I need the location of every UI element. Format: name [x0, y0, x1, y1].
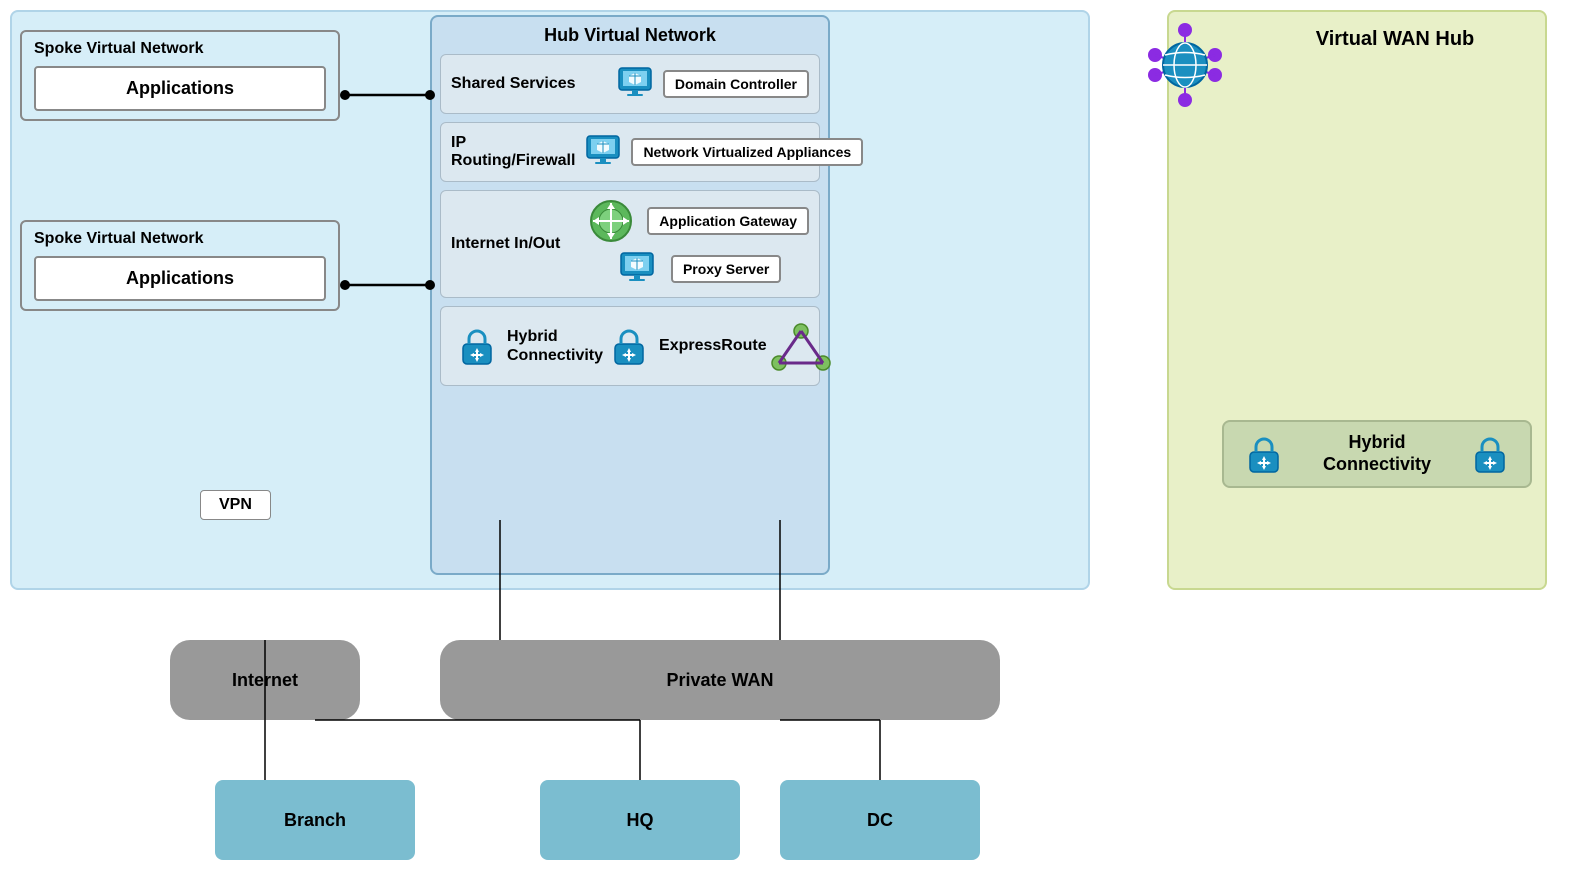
dc-label: DC [867, 810, 893, 831]
spoke2-app-label: Applications [126, 268, 234, 288]
wan-hybrid-lock-right [1468, 432, 1512, 476]
spoke2-app-box: Applications [34, 256, 326, 301]
ip-routing-section: IP Routing/Firewall Network Virtualized … [440, 122, 820, 182]
wan-globe-icon [1140, 20, 1230, 110]
spoke2-title: Spoke Virtual Network [34, 230, 326, 248]
app-gateway-icon [589, 199, 633, 243]
spoke-vnet-1: Spoke Virtual Network Applications [20, 30, 340, 121]
spoke1-title: Spoke Virtual Network [34, 40, 326, 58]
ip-routing-label: IP Routing/Firewall [451, 134, 575, 170]
monitor-icon-1 [615, 64, 655, 104]
hybrid-lock-icon-right [607, 324, 651, 368]
internet-inout-label: Internet In/Out [451, 235, 581, 253]
internet-inout-section: Internet In/Out Applicatio [440, 190, 820, 298]
hub-title: Hub Virtual Network [440, 25, 820, 46]
shared-services-label: Shared Services [451, 75, 607, 93]
spoke-vnet-2: Spoke Virtual Network Applications [20, 220, 340, 311]
wan-hybrid-lock-left [1242, 432, 1286, 476]
internet-label: Internet [232, 670, 298, 691]
monitor-icon-3 [617, 249, 657, 289]
wan-hub-title: Virtual WAN Hub [1270, 28, 1520, 51]
hybrid-lock-icon-left [455, 324, 499, 368]
nva-box: Network Virtualized Appliances [631, 138, 863, 166]
vpn-label: VPN [219, 496, 252, 513]
branch-box: Branch [215, 780, 415, 860]
dc-box: DC [780, 780, 980, 860]
monitor-icon-2 [583, 132, 623, 172]
internet-box: Internet [170, 640, 360, 720]
private-wan-box: Private WAN [440, 640, 1000, 720]
hybrid-label-hub: HybridConnectivity [507, 327, 603, 365]
spoke1-app-box: Applications [34, 66, 326, 111]
domain-controller-box: Domain Controller [663, 70, 809, 98]
wan-hybrid-label: Hybrid Connectivity [1302, 432, 1452, 475]
private-wan-label: Private WAN [666, 670, 773, 691]
shared-services-section: Shared Services Domain Controller [440, 54, 820, 114]
hybrid-connectivity-section: HybridConnectivity ExpressRoute [440, 306, 820, 386]
vpn-box: VPN [200, 490, 271, 520]
wan-hybrid-panel: Hybrid Connectivity [1222, 420, 1532, 488]
express-route-label: ExpressRoute [659, 336, 767, 355]
diagram-root: Virtual WAN Hub Spoke [0, 0, 1577, 884]
spoke1-app-label: Applications [126, 78, 234, 98]
app-gateway-box: Application Gateway [647, 207, 809, 235]
hq-label: HQ [627, 810, 654, 831]
proxy-server-box: Proxy Server [671, 255, 781, 283]
express-route-icon [771, 321, 831, 371]
hq-box: HQ [540, 780, 740, 860]
branch-label: Branch [284, 810, 346, 831]
hub-vnet: Hub Virtual Network Shared Services Doma… [430, 15, 830, 575]
